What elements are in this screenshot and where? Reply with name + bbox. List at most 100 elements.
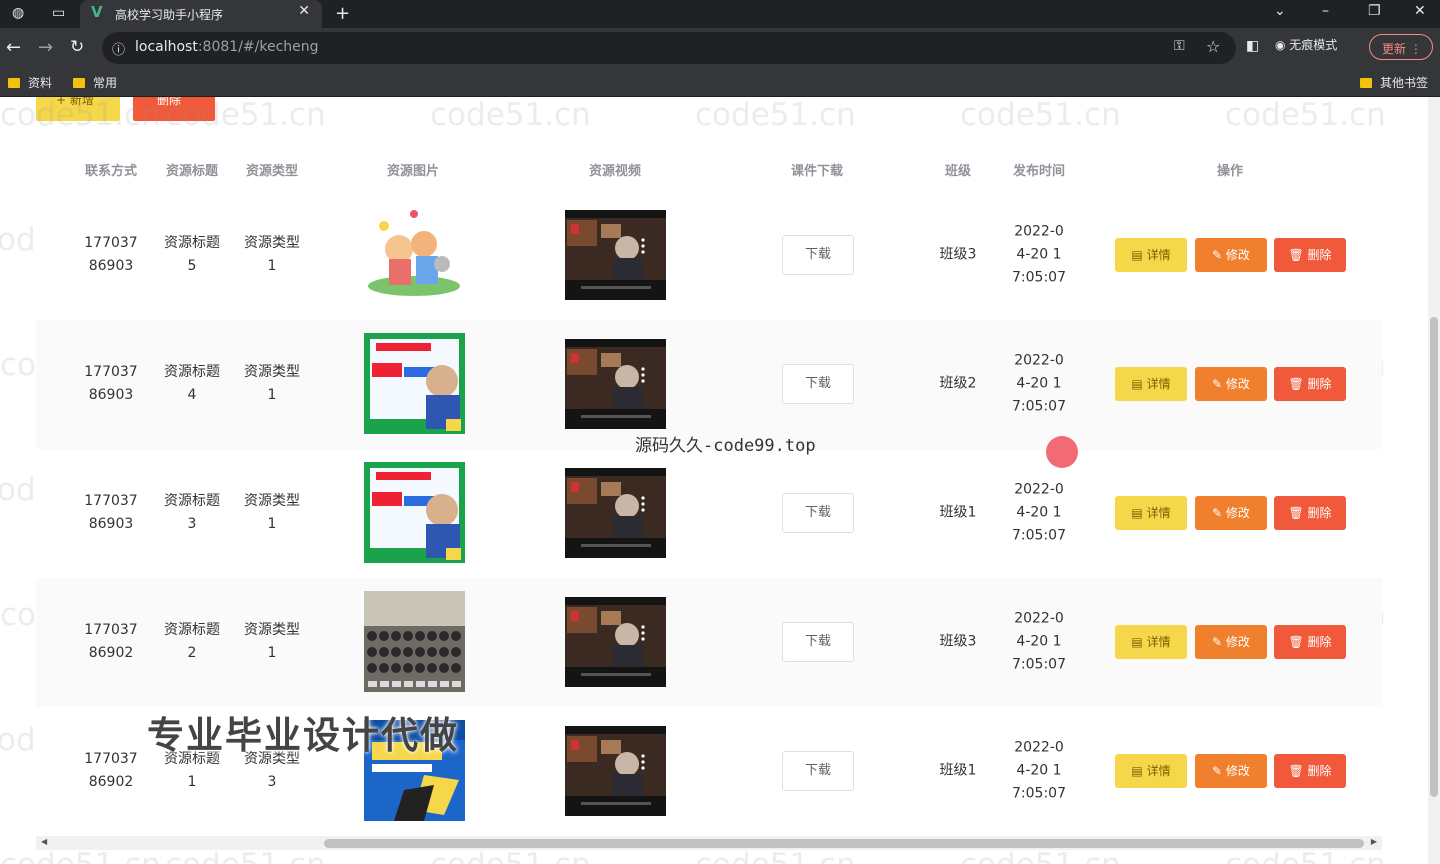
reload-icon[interactable]: ↻ bbox=[70, 37, 84, 57]
back-icon[interactable]: ← bbox=[6, 37, 21, 58]
horizontal-scrollbar[interactable]: ◀ ▶ bbox=[36, 836, 1382, 850]
edit-button[interactable]: ✎ 修改 bbox=[1195, 238, 1267, 272]
new-tab-icon[interactable]: + bbox=[335, 3, 350, 24]
detail-button[interactable]: ▤ 详情 bbox=[1115, 754, 1187, 788]
scroll-left-icon[interactable]: ◀ bbox=[41, 837, 47, 846]
trash-icon: 🗑 bbox=[1288, 377, 1308, 391]
bookmark-changyong[interactable]: 常用 bbox=[73, 74, 117, 91]
browser-menu-icon[interactable]: ◍ bbox=[12, 5, 24, 21]
ad-overlay-text: 专业毕业设计代做 bbox=[147, 714, 459, 757]
button-label: 详情 bbox=[1146, 764, 1171, 778]
other-bookmarks-label: 其他书签 bbox=[1380, 76, 1429, 90]
pencil-icon: ✎ bbox=[1212, 506, 1226, 520]
incognito-label: 无痕模式 bbox=[1289, 38, 1338, 52]
button-label: 修改 bbox=[1225, 506, 1250, 520]
minimize-icon[interactable]: – bbox=[1322, 3, 1329, 19]
tab-close-icon[interactable]: ✕ bbox=[298, 3, 310, 19]
delete-button[interactable]: 🗑 删除 bbox=[1274, 238, 1346, 272]
resource-video[interactable] bbox=[565, 468, 666, 558]
key-icon[interactable]: ⚿ bbox=[1174, 38, 1185, 54]
column-header: 发布时间 bbox=[1012, 164, 1066, 179]
resource-video[interactable] bbox=[565, 210, 666, 300]
edit-button[interactable]: ✎ 修改 bbox=[1195, 754, 1267, 788]
type-cell: 资源类型1 bbox=[244, 235, 300, 274]
detail-button[interactable]: ▤ 详情 bbox=[1115, 367, 1187, 401]
tab-search-icon[interactable]: ⌄ bbox=[1274, 3, 1286, 19]
title-cell: 资源标题5 bbox=[164, 235, 220, 274]
page-content: + 新增 删除 code51.cn code51.cn code51.cn code5… bbox=[0, 97, 1440, 864]
contact-cell: 17703786903 bbox=[84, 493, 138, 532]
pencil-icon: ✎ bbox=[1212, 377, 1226, 391]
contact-cell: 17703786903 bbox=[84, 235, 138, 274]
resource-image[interactable] bbox=[364, 333, 465, 434]
column-header: 资源视频 bbox=[588, 164, 642, 179]
other-bookmarks[interactable]: 其他书签 bbox=[1360, 74, 1428, 91]
title-cell: 资源标题2 bbox=[164, 622, 220, 661]
download-button[interactable]: 下载 bbox=[782, 751, 854, 791]
url-host: localhost bbox=[135, 39, 198, 55]
delete-button[interactable]: 🗑 删除 bbox=[1274, 625, 1346, 659]
class-cell: 班级3 bbox=[939, 633, 977, 650]
download-button[interactable]: 下载 bbox=[782, 622, 854, 662]
browser-tab[interactable]: V 高校学习助手小程序 ✕ bbox=[80, 0, 322, 28]
type-cell: 资源类型1 bbox=[244, 364, 300, 403]
edit-button[interactable]: ✎ 修改 bbox=[1195, 496, 1267, 530]
address-bar[interactable]: ⓘ localhost:8081/#/kecheng ⚿ ☆ bbox=[102, 32, 1236, 64]
detail-button[interactable]: ▤ 详情 bbox=[1115, 625, 1187, 659]
resource-image[interactable] bbox=[364, 204, 465, 305]
download-button[interactable]: 下载 bbox=[782, 235, 854, 275]
info-icon[interactable]: ⓘ bbox=[112, 39, 125, 58]
tab-title: 高校学习助手小程序 bbox=[115, 8, 224, 22]
vertical-scroll-thumb[interactable] bbox=[1430, 317, 1438, 797]
watermark-text: code51.cn bbox=[1225, 97, 1386, 133]
contact-cell: 17703786903 bbox=[84, 364, 138, 403]
resource-video[interactable] bbox=[565, 339, 666, 429]
close-window-icon[interactable]: ✕ bbox=[1414, 3, 1426, 19]
download-button[interactable]: 下载 bbox=[782, 364, 854, 404]
button-label: 修改 bbox=[1225, 248, 1250, 262]
folder-icon bbox=[1360, 78, 1372, 88]
button-label: 删除 bbox=[1307, 377, 1332, 391]
edit-button[interactable]: ✎ 修改 bbox=[1195, 625, 1267, 659]
edit-button[interactable]: ✎ 修改 bbox=[1195, 367, 1267, 401]
trash-icon: 🗑 bbox=[1288, 764, 1308, 778]
time-cell: 2022-04-20 17:05:07 bbox=[1012, 223, 1066, 286]
detail-button[interactable]: ▤ 详情 bbox=[1115, 238, 1187, 272]
column-header: 资源图片 bbox=[386, 164, 440, 179]
trash-icon: 🗑 bbox=[1288, 248, 1308, 262]
delete-button[interactable]: 🗑 删除 bbox=[1274, 496, 1346, 530]
download-button[interactable]: 下载 bbox=[782, 493, 854, 533]
address-row: ← → ↻ ⓘ localhost:8081/#/kecheng ⚿ ☆ ◧ ◉… bbox=[0, 28, 1440, 68]
incognito-badge[interactable]: ◉ 无痕模式 bbox=[1275, 36, 1337, 53]
pencil-icon: ✎ bbox=[1212, 764, 1226, 778]
column-header: 课件下载 bbox=[790, 164, 844, 179]
button-label: 删除 bbox=[1307, 635, 1332, 649]
resource-image[interactable] bbox=[364, 462, 465, 563]
delete-button[interactable]: 🗑 删除 bbox=[1274, 754, 1346, 788]
bookmark-ziliao[interactable]: 资料 bbox=[8, 74, 52, 91]
sidebar-icon[interactable]: ◧ bbox=[1246, 38, 1259, 54]
update-button[interactable]: 更新 ⋮ bbox=[1369, 34, 1433, 60]
button-label: 详情 bbox=[1146, 635, 1171, 649]
bookmark-label: 资料 bbox=[28, 76, 53, 90]
column-header: 资源类型 bbox=[245, 164, 299, 179]
restore-icon[interactable]: ❐ bbox=[1368, 3, 1381, 19]
window-icon[interactable]: ▭ bbox=[52, 5, 65, 21]
forward-icon[interactable]: → bbox=[38, 37, 53, 58]
delete-button[interactable]: 🗑 删除 bbox=[1274, 367, 1346, 401]
scroll-right-icon[interactable]: ▶ bbox=[1371, 837, 1377, 846]
resource-image[interactable] bbox=[364, 591, 465, 692]
horizontal-scroll-thumb[interactable] bbox=[324, 839, 1364, 848]
vertical-scrollbar[interactable] bbox=[1428, 97, 1440, 864]
incognito-icon: ◉ bbox=[1275, 38, 1290, 52]
resource-video[interactable] bbox=[565, 597, 666, 687]
star-icon[interactable]: ☆ bbox=[1206, 37, 1220, 56]
time-cell: 2022-04-20 17:05:07 bbox=[1012, 739, 1066, 802]
resource-video[interactable] bbox=[565, 726, 666, 816]
title-cell: 资源标题4 bbox=[164, 364, 220, 403]
document-icon: ▤ bbox=[1131, 764, 1147, 778]
url-path: :8081/#/kecheng bbox=[197, 39, 319, 55]
url-text[interactable]: localhost:8081/#/kecheng bbox=[135, 39, 319, 55]
pencil-icon: ✎ bbox=[1212, 248, 1226, 262]
detail-button[interactable]: ▤ 详情 bbox=[1115, 496, 1187, 530]
